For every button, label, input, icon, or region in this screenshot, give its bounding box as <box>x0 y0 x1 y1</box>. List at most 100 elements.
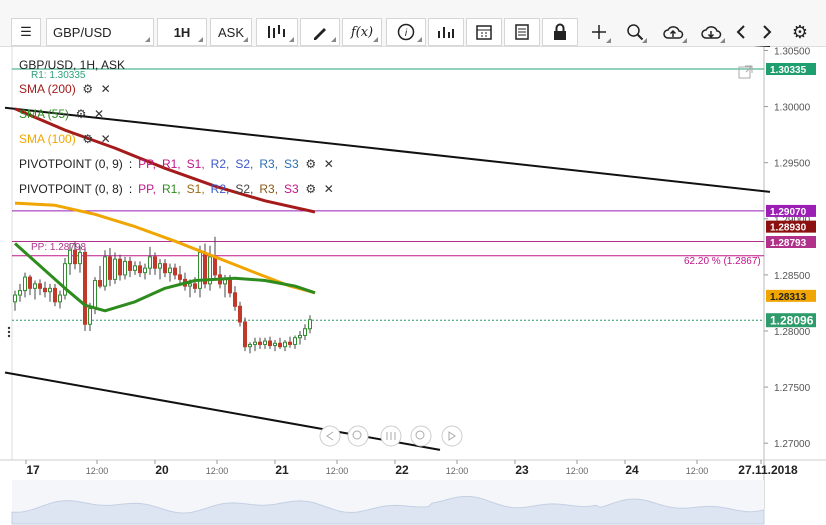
candle-body <box>193 283 197 289</box>
candle-body <box>263 340 267 345</box>
chart-type-button[interactable] <box>256 18 298 46</box>
calendar-button[interactable] <box>466 18 502 46</box>
price-tag-label: 1.28793 <box>770 238 807 249</box>
indicators-button[interactable]: f(x) <box>342 18 382 46</box>
y-tick-label: 1.27500 <box>774 383 811 394</box>
dropdown-corner-icon <box>243 37 248 42</box>
nav-left-icon <box>319 425 341 447</box>
dropdown-corner-icon <box>642 38 647 43</box>
close-icon[interactable]: ✕ <box>323 182 335 196</box>
pivot-level-label: R3, <box>259 182 279 196</box>
drag-handle-dot <box>7 334 11 338</box>
close-icon[interactable]: ✕ <box>100 132 112 146</box>
candle-body <box>108 256 112 280</box>
gear-icon[interactable]: ⚙ <box>82 132 94 146</box>
candle-body <box>158 263 162 269</box>
lock-icon <box>554 23 566 40</box>
candle-body <box>273 342 277 347</box>
candle-body <box>298 334 302 339</box>
info-button[interactable]: i <box>386 18 426 46</box>
price-side-selector[interactable]: ASK <box>210 18 252 46</box>
candles-icon <box>268 25 285 38</box>
cloud-download-icon <box>701 26 722 39</box>
download-button[interactable] <box>694 18 728 46</box>
pivot-level-label: S3 <box>284 182 299 196</box>
news-button[interactable] <box>504 18 540 46</box>
toolbar: ☰ GBP/USD 1H ASK f(x) i ⚙ <box>0 0 826 47</box>
candle-body <box>168 267 172 274</box>
pivot-levels: : PP, R1, S1, R2, S2, R3, S3 <box>128 182 299 196</box>
r1-label: R1: 1.30335 <box>31 70 86 81</box>
price-chart[interactable]: 1.305001.300001.295001.290001.285001.280… <box>0 46 826 525</box>
gear-icon: ⚙ <box>791 21 809 42</box>
pivot-level-label: PP, <box>138 182 156 196</box>
pivot-level-label: S2, <box>235 182 254 196</box>
close-icon[interactable]: ✕ <box>323 157 335 171</box>
crosshair-button[interactable] <box>584 18 614 46</box>
trend-lines <box>4 46 771 451</box>
dropdown-corner-icon <box>145 37 150 42</box>
candle-body <box>228 278 232 294</box>
candle-body <box>308 319 312 330</box>
crosshair-icon <box>592 25 606 39</box>
menu-button[interactable]: ☰ <box>11 18 41 46</box>
pivot-level-label: S2, <box>235 157 254 171</box>
gear-icon[interactable]: ⚙ <box>75 107 87 121</box>
plot-frame <box>11 46 765 461</box>
pivot-legend-row: PIVOTPOINT (0, 8): PP, R1, S1, R2, S2, R3, S3 ⚙ ✕ <box>19 182 335 196</box>
trend-line <box>4 371 441 451</box>
fx-icon: f(x) <box>350 24 374 40</box>
price-tag-label: 1.28930 <box>770 223 807 234</box>
time-axis: 17 12:00 20 12:00 21 12:00 22 12:00 23 12:00 24 12:… <box>0 459 826 525</box>
calendar-icon <box>476 25 492 40</box>
candle-body <box>53 287 57 303</box>
close-icon[interactable]: ✕ <box>100 82 112 96</box>
candle-body <box>253 341 257 345</box>
candle-body <box>38 283 42 289</box>
expand-icon[interactable] <box>738 64 754 80</box>
candle-body <box>143 267 147 274</box>
price-tag-label: 1.28096 <box>770 314 814 328</box>
candle-body <box>148 256 152 269</box>
candle-body <box>288 341 292 345</box>
scroll-left-button[interactable] <box>730 18 752 46</box>
volume-button[interactable] <box>428 18 464 46</box>
x-tick-label: 23 <box>515 463 529 477</box>
scroll-right-button[interactable] <box>756 18 778 46</box>
gear-icon[interactable]: ⚙ <box>305 182 317 196</box>
gear-icon[interactable]: ⚙ <box>82 82 94 96</box>
y-tick-label: 1.28500 <box>774 271 811 282</box>
interval-selector[interactable]: 1H <box>157 18 207 46</box>
upload-button[interactable] <box>656 18 690 46</box>
drag-handle-dot <box>7 330 11 334</box>
lock-button[interactable] <box>542 18 578 46</box>
candle-body <box>93 279 97 310</box>
gear-icon[interactable]: ⚙ <box>305 157 317 171</box>
sma-legend-row: SMA (100) ⚙ ✕ <box>19 132 112 146</box>
chart-navigator <box>7 326 463 447</box>
draw-button[interactable] <box>300 18 340 46</box>
candle-body <box>23 276 27 292</box>
candle-body <box>123 260 127 276</box>
pivot-level-label: S1, <box>186 157 205 171</box>
sma-legend-label: SMA (55) <box>19 107 70 121</box>
drag-handle-dot <box>7 326 11 330</box>
y-tick-label: 1.30000 <box>774 103 811 114</box>
candle-body <box>18 290 22 296</box>
settings-button[interactable]: ⚙ <box>788 18 812 46</box>
sma-legend-row: SMA (55) ⚙ ✕ <box>19 107 105 121</box>
dropdown-corner-icon <box>417 37 422 42</box>
sma-legend-label: SMA (100) <box>19 132 76 146</box>
candle-body <box>13 294 17 303</box>
info-icon: i <box>397 23 415 41</box>
dropdown-corner-icon <box>373 37 378 42</box>
candle-body <box>33 283 37 289</box>
close-icon[interactable]: ✕ <box>93 107 105 121</box>
dropdown-corner-icon <box>198 37 203 42</box>
price-side-label: ASK <box>217 24 244 40</box>
zoom-button[interactable] <box>620 18 650 46</box>
symbol-selector[interactable]: GBP/USD <box>46 18 154 46</box>
interval-label: 1H <box>173 24 191 40</box>
news-icon <box>515 24 529 40</box>
x-tick-label: 24 <box>625 463 639 477</box>
